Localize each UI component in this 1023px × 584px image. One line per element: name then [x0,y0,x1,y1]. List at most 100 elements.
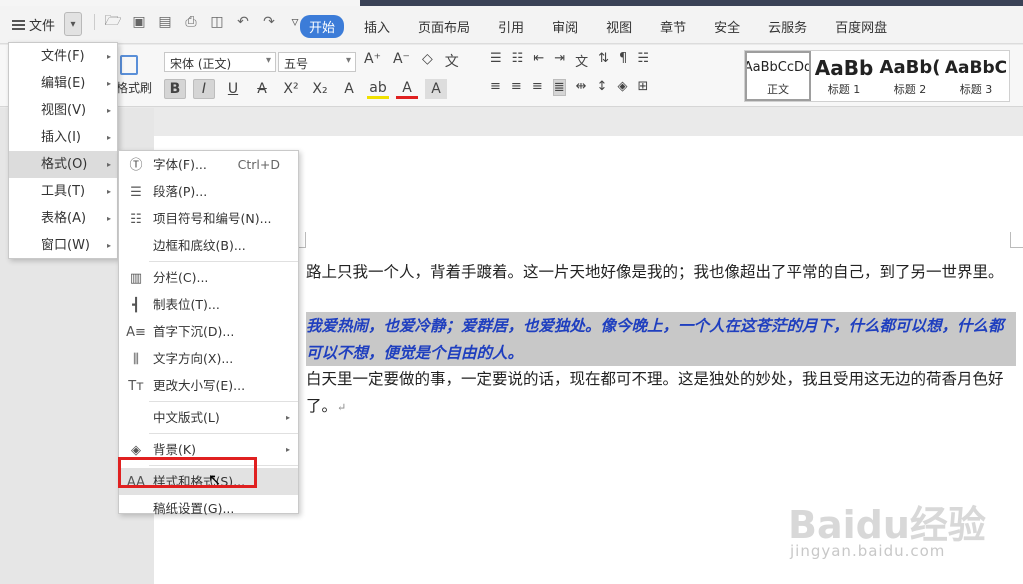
paragraph-tools-row1: ☰ ☷ ⇤ ⇥ 文 ⇅ ¶ ☵ [490,51,649,70]
styles-panel-icon[interactable]: ☵ [637,51,649,70]
menu-item-chinese-layout[interactable]: 中文版式(L) ▸ [119,404,298,431]
file-label: 文件 [29,19,56,34]
menu-separator [149,261,298,262]
text-effect-icon[interactable]: A [338,79,360,99]
highlight-icon[interactable]: ab [367,79,389,99]
justify-icon[interactable]: ≣ [552,79,566,96]
redo-icon[interactable]: ↷ [261,14,277,30]
clear-format-icon[interactable]: ◇ [422,51,433,71]
menu-item-tools[interactable]: 工具(T) ▸ [9,178,117,205]
tab-insert[interactable]: 插入 [350,15,404,38]
tab-home[interactable]: 开始 [300,15,345,38]
menu-item-change-case[interactable]: Tт 更改大小写(E)... [119,372,298,399]
font-size-select[interactable]: 五号 [278,52,356,72]
style-preview: AaBbCcDd [745,60,811,75]
menu-item-label: 字体(F)... [153,157,207,172]
menu-item-bullets-numbering[interactable]: ☷ 项目符号和编号(N)... [119,205,298,232]
document-paragraph-2-selected[interactable]: 我爱热闹，也爱冷静；爱群居，也爱独处。像今晚上，一个人在这苍茫的月下，什么都可以… [306,312,1016,366]
watermark-url: jingyan.baidu.com [790,542,946,560]
sort-icon[interactable]: ⇅ [598,51,609,70]
tab-references[interactable]: 引用 [484,15,538,38]
bold-icon[interactable]: B [164,79,186,99]
italic-icon[interactable]: I [193,79,215,99]
align-center-icon[interactable]: ≡ [511,79,522,96]
style-normal[interactable]: AaBbCcDd 正文 [745,51,811,101]
save-icon[interactable]: ▣ [131,14,147,30]
font-name-select[interactable]: 宋体 (正文) [164,52,276,72]
tab-page-layout[interactable]: 页面布局 [404,15,484,38]
style-name: 标题 2 [893,83,927,96]
export-pdf-icon[interactable]: ▤ [157,14,173,30]
file-dropdown-button[interactable]: ▾ [64,12,82,36]
style-heading-2[interactable]: AaBb( 标题 2 [877,51,943,101]
ribbon-tabs: 开始 插入 页面布局 引用 审阅 视图 章节 安全 云服务 百度网盘 [300,15,901,38]
menu-item-borders-shading[interactable]: 边框和底纹(B)... [119,232,298,259]
tab-security[interactable]: 安全 [700,15,754,38]
grow-font-icon[interactable]: A⁺ [364,51,381,71]
style-name: 标题 1 [827,83,861,96]
tab-section[interactable]: 章节 [646,15,700,38]
menu-item-label: 表格(A) [41,211,87,226]
open-folder-icon[interactable]: 🗁 [104,13,121,30]
style-heading-1[interactable]: AaBb 标题 1 [811,51,877,101]
print-preview-icon[interactable]: ◫ [209,14,225,30]
line-spacing-icon[interactable]: ↕ [597,79,608,96]
numbering-icon[interactable]: ☷ [512,51,524,70]
font-color-icon[interactable]: A [396,79,418,99]
file-menu-button[interactable]: 文件 [12,15,55,34]
distributed-icon[interactable]: ⇹ [576,79,587,96]
format-brush-button[interactable]: 格式刷 [116,55,152,96]
menu-item-text-direction[interactable]: ⫼ 文字方向(X)... [119,345,298,372]
menu-item-columns[interactable]: ▥ 分栏(C)... [119,264,298,291]
show-marks-icon[interactable]: ¶ [619,51,627,70]
shading-icon[interactable]: ◈ [617,79,627,96]
menu-item-insert[interactable]: 插入(I) ▸ [9,124,117,151]
phonetic-guide-icon[interactable]: 文 [445,51,459,71]
char-shading-icon[interactable]: A [425,79,447,99]
menu-item-view[interactable]: 视图(V) ▸ [9,97,117,124]
menu-item-label: 制表位(T)... [153,297,220,312]
border-icon[interactable]: ⊞ [637,79,648,96]
menu-item-format[interactable]: 格式(O) ▸ [9,151,117,178]
menu-item-tab-stops[interactable]: ┫ 制表位(T)... [119,291,298,318]
menu-item-paragraph[interactable]: ☰ 段落(P)... [119,178,298,205]
tab-review[interactable]: 审阅 [538,15,592,38]
style-heading-3[interactable]: AaBbC 标题 3 [943,51,1009,101]
increase-indent-icon[interactable]: ⇥ [554,51,565,70]
document-paragraph-1[interactable]: 路上只我一个人，背着手踱着。这一片天地好像是我的；我也像超出了平常的自己，到了另… [306,259,1016,286]
menu-item-table[interactable]: 表格(A) ▸ [9,205,117,232]
strikethrough-icon[interactable]: A [251,79,273,99]
menu-item-drop-cap[interactable]: A≡ 首字下沉(D)... [119,318,298,345]
dropcap-icon: A≡ [126,324,146,340]
quick-access-toolbar: 🗁 ▣ ▤ ⎙ ◫ ↶ ↷ ▿ [94,13,303,30]
font-tools-row1: A⁺ A⁻ ◇ 文 [364,51,459,71]
menu-item-manuscript-settings[interactable]: 稿纸设置(G)... [119,495,298,522]
document-paragraph-3[interactable]: 白天里一定要做的事，一定要说的话，现在都可不理。这是独处的妙处，我且受用这无边的… [306,366,1016,421]
menu-item-font[interactable]: Ⓣ 字体(F)... Ctrl+D [119,151,298,178]
font-tools-row2: B I U A X² X₂ A ab A A [164,79,447,99]
chinese-layout-icon[interactable]: 文 [575,51,588,70]
submenu-arrow-icon: ▸ [106,79,111,88]
bullets-icon[interactable]: ☰ [490,51,502,70]
tab-cloud-service[interactable]: 云服务 [754,15,821,38]
menu-item-window[interactable]: 窗口(W) ▸ [9,232,117,259]
menu-item-edit[interactable]: 编辑(E) ▸ [9,70,117,97]
menu-item-label: 背景(K) [153,442,196,457]
menu-item-label: 格式(O) [41,157,88,172]
align-left-icon[interactable]: ≡ [490,79,501,96]
align-right-icon[interactable]: ≡ [532,79,543,96]
shrink-font-icon[interactable]: A⁻ [393,51,410,71]
decrease-indent-icon[interactable]: ⇤ [533,51,544,70]
menu-item-file[interactable]: 文件(F) ▸ [9,43,117,70]
superscript-icon[interactable]: X² [280,79,302,99]
styles-gallery: AaBbCcDd 正文 AaBb 标题 1 AaBb( 标题 2 AaBbC 标… [744,50,1010,102]
tab-view[interactable]: 视图 [592,15,646,38]
undo-icon[interactable]: ↶ [235,14,251,30]
print-icon[interactable]: ⎙ [183,14,199,30]
tab-baidu-netdisk[interactable]: 百度网盘 [821,15,901,38]
underline-icon[interactable]: U [222,79,244,99]
style-preview: AaBbC [944,58,1008,78]
subscript-icon[interactable]: X₂ [309,79,331,99]
submenu-arrow-icon: ▸ [285,413,290,422]
format-brush-label: 格式刷 [116,81,153,95]
